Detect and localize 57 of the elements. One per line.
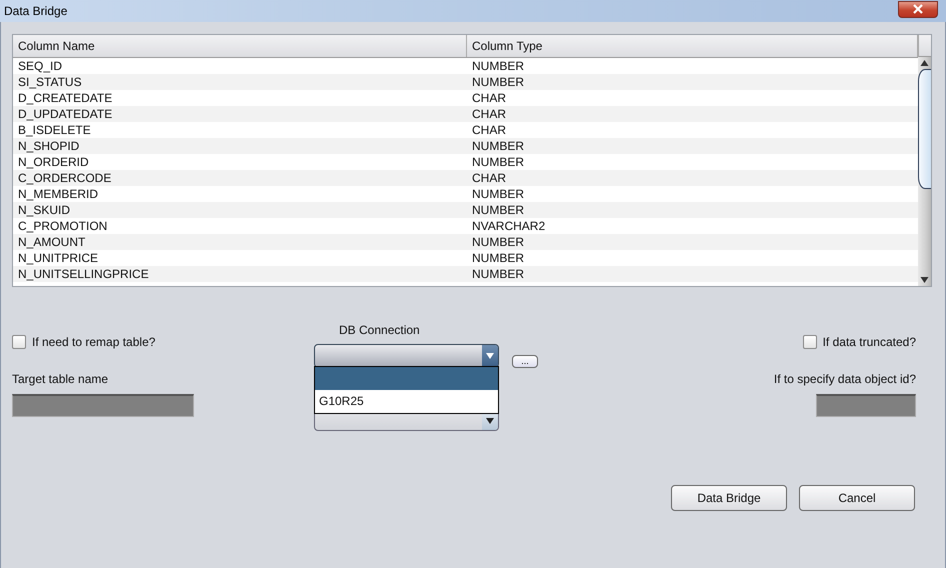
field-label: DB Connection	[339, 323, 421, 337]
table-cell-text: N_UNITSELLINGPRICE	[17, 266, 150, 282]
close-icon	[912, 4, 924, 14]
table-cell-text: NUMBER	[471, 234, 526, 250]
dropdown-option[interactable]: G10R25	[315, 390, 498, 413]
table-cell-text: C_ORDERCODE	[17, 170, 112, 186]
caret-icon	[485, 416, 495, 424]
table-cell-text: NVARCHAR2	[471, 218, 546, 234]
table-cell-text: N_SKUID	[17, 202, 72, 218]
table-row[interactable]: N_SHOPID NUMBER	[13, 138, 918, 154]
table-cell-text: SI_STATUS	[17, 74, 83, 90]
table-cell-text: CHAR	[471, 106, 508, 122]
checkbox-label: If need to remap table?	[32, 335, 156, 349]
table-cell-text: NUMBER	[471, 266, 526, 282]
input-field[interactable]	[12, 394, 194, 417]
cancel-button[interactable]: Cancel	[799, 485, 915, 511]
table-cell-text: NUMBER	[471, 186, 526, 202]
window-title: Data Bridge	[4, 4, 68, 18]
table-cell-text: NUMBER	[471, 58, 526, 74]
table-row[interactable]: N_AMOUNT NUMBER	[13, 234, 918, 250]
table-cell-text: NUMBER	[471, 138, 526, 154]
checkbox[interactable]	[802, 335, 817, 349]
table-cell-text: NUMBER	[471, 250, 526, 266]
column-header[interactable]: Column Name	[13, 35, 467, 57]
table-cell-text: CHAR	[471, 90, 508, 106]
close-button[interactable]	[898, 0, 938, 18]
table-cell-text: D_CREATEDATE	[17, 90, 114, 106]
browse-button[interactable]: ...	[512, 355, 538, 368]
table-cell-text: N_ORDERID	[17, 154, 90, 170]
table-cell-text: N_UNITPRICE	[17, 250, 100, 266]
scroll-thumb[interactable]	[918, 69, 931, 189]
table-cell-text: NUMBER	[471, 154, 526, 170]
data-bridge-button[interactable]: Data Bridge	[671, 485, 787, 511]
field-label: Target table name	[12, 372, 110, 386]
scroll-bar[interactable]	[918, 57, 931, 286]
table-cell-text: B_ISDELETE	[17, 122, 92, 138]
input-field[interactable]	[816, 394, 916, 417]
table-cell-text: D_UPDATEDATE	[17, 106, 114, 122]
table-cell-text: N_AMOUNT	[17, 234, 86, 250]
checkbox[interactable]	[12, 335, 26, 349]
field-label: If to specify data object id?	[774, 372, 916, 386]
table-cell-text: N_MEMBERID	[17, 186, 100, 202]
table-cell-text: C_PROMOTION	[17, 218, 108, 234]
table-cell-text: NUMBER	[471, 202, 526, 218]
caret-icon	[485, 352, 495, 360]
table-cell-text: CHAR	[471, 170, 508, 186]
checkbox-label: If data truncated?	[822, 335, 916, 349]
table-cell-text: SEQ_ID	[17, 58, 64, 74]
table-row[interactable]: SI_STATUS NUMBER	[13, 74, 918, 90]
table-row[interactable]: N_SKUID NUMBER	[13, 202, 918, 218]
table-row[interactable]: C_ORDERCODE CHAR	[13, 170, 918, 186]
table-cell-text: NUMBER	[471, 74, 526, 90]
table-row[interactable]: D_UPDATEDATE CHAR	[13, 106, 918, 122]
table-row[interactable]: N_UNITSELLINGPRICE NUMBER	[13, 266, 918, 282]
dropdown[interactable]	[314, 344, 499, 368]
table-cell-text: N_SHOPID	[17, 138, 80, 154]
table-cell-text: CHAR	[471, 122, 508, 138]
